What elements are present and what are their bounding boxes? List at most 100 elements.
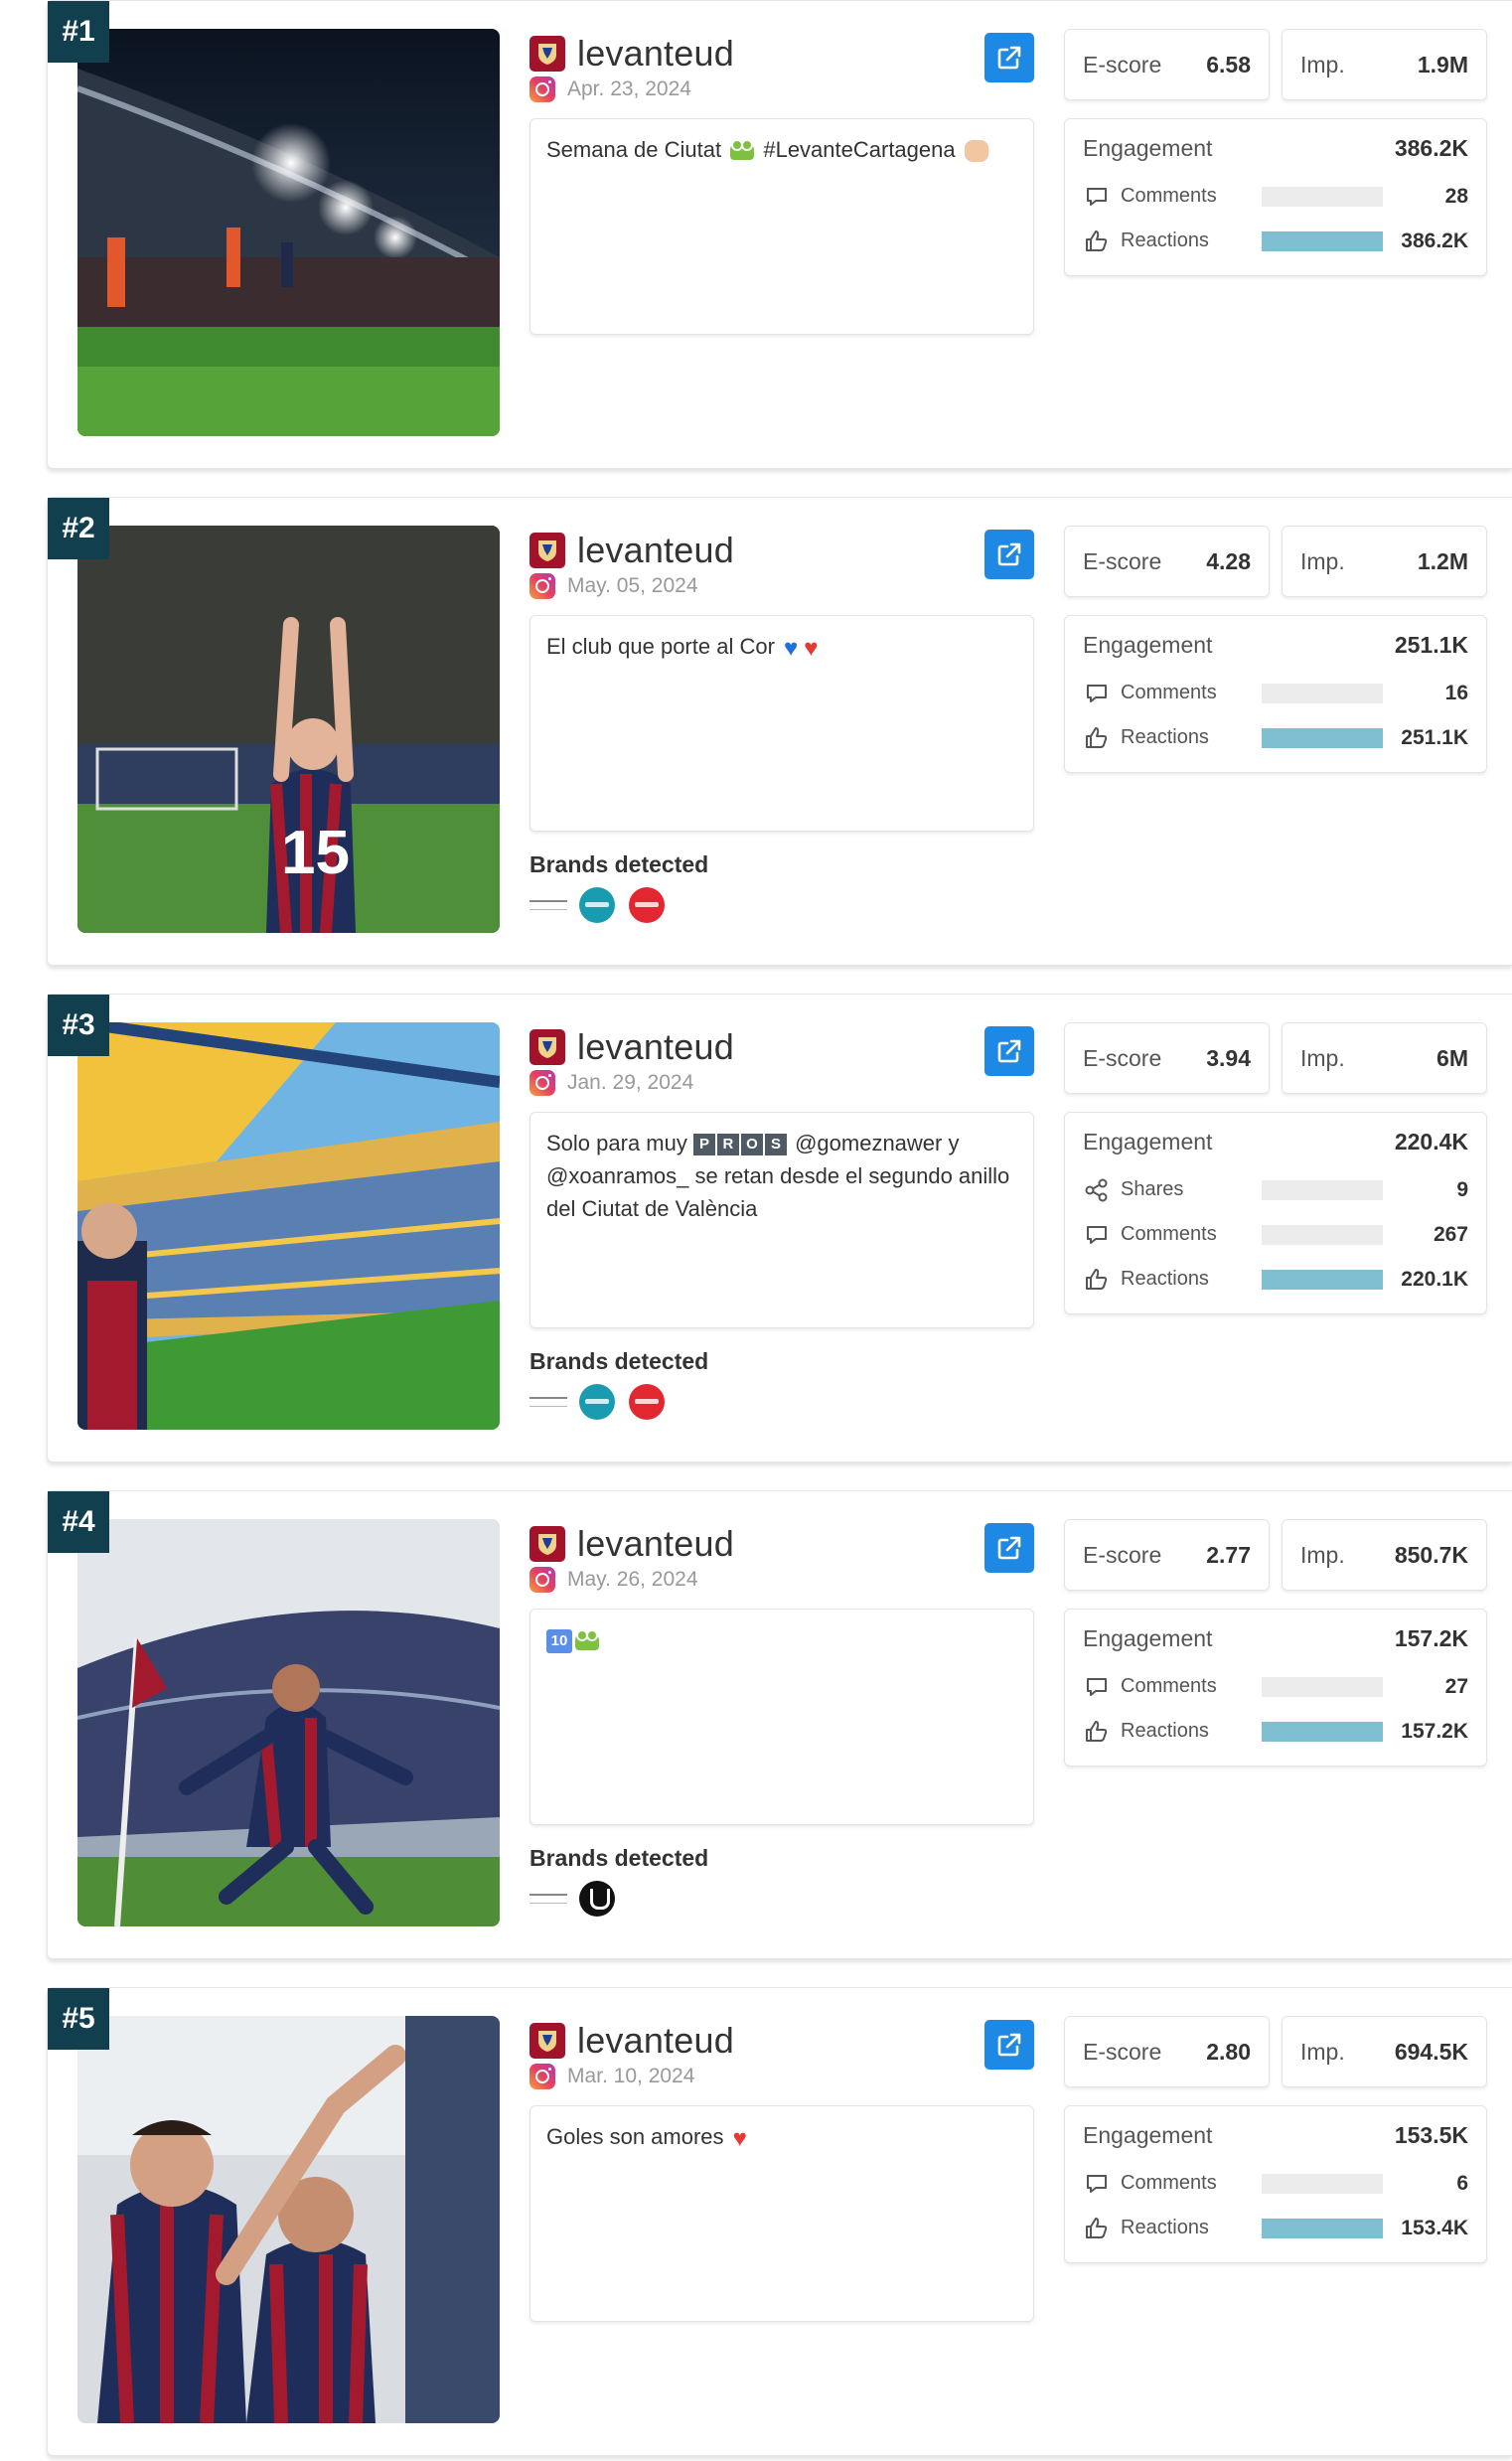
brands-detected-list [529,1881,629,1917]
red-heart-emoji-icon: ♥ [804,634,819,662]
author-handle[interactable]: levanteud [577,530,734,571]
post-image[interactable] [77,29,500,436]
metric-row-reactions: Reactions 251.1K [1083,715,1468,760]
thumbs-up-icon [1083,228,1111,255]
open-post-button[interactable] [984,33,1034,82]
metric-bar [1262,1224,1383,1245]
open-post-button[interactable] [984,1026,1034,1076]
author-handle[interactable]: levanteud [577,33,734,75]
metric-bar [1262,2218,1383,2238]
external-link-icon [997,1039,1021,1063]
open-post-button[interactable] [984,530,1034,579]
brand-logo-icon[interactable] [529,900,567,910]
metric-value: 6 [1456,2171,1468,2195]
metric-label: Comments [1121,185,1217,207]
post-image[interactable] [77,1519,500,1926]
metric-bar [1262,2173,1383,2194]
instagram-icon [529,77,555,102]
escore-label: E-score [1083,1541,1162,1568]
metric-bar [1262,231,1383,251]
metric-value: 27 [1444,1674,1468,1698]
engagement-value: 220.4K [1394,1129,1468,1154]
engagement-panel: Engagement 386.2K Comments 28 Reactions 386… [1064,118,1487,276]
engagement-value: 251.1K [1394,632,1468,658]
brand-logo-icon[interactable] [529,1894,567,1904]
metric-bar [1262,1269,1383,1290]
escore-value: 2.80 [1206,2038,1251,2065]
post-caption: Goles son amores ♥ [529,2105,1034,2322]
engagement-label: Engagement [1083,1129,1213,1154]
brands-detected-title: Brands detected [529,851,709,877]
post-card-4: #4 levanteud May. 26, 2024 10 Brands det… [47,1490,1512,1959]
post-card-1: #1 levanteud Apr. 23, 2024 Semana de Ciu… [47,0,1512,469]
impressions-value: 6M [1436,1044,1468,1071]
brand-logo-icon[interactable] [629,1384,665,1420]
metric-label: Shares [1121,1178,1184,1200]
author-handle[interactable]: levanteud [577,1026,734,1068]
caption-text: El club que porte al Cor [546,634,782,659]
metric-row-reactions: Reactions 386.2K [1083,219,1468,263]
escore-label: E-score [1083,51,1162,77]
metric-value: 251.1K [1401,725,1468,749]
metric-label: Comments [1121,682,1217,703]
frog-emoji-icon [730,139,755,161]
post-author: levanteud [529,33,734,75]
metric-row-reactions: Reactions 157.2K [1083,1709,1468,1754]
post-meta: May. 05, 2024 [529,573,698,599]
open-post-button[interactable] [984,2020,1034,2070]
engagement-value: 157.2K [1394,1625,1468,1651]
metric-bar-fill [1262,2218,1383,2238]
thumbs-up-icon [1083,724,1111,752]
metric-label: Comments [1121,1675,1217,1697]
brand-logo-icon[interactable] [579,1881,615,1917]
letter-box-icon: O [740,1134,763,1156]
impressions-box: Imp. 694.5K [1282,2016,1487,2087]
engagement-panel: Engagement 153.5K Comments 6 Reactions 153.… [1064,2105,1487,2263]
author-handle[interactable]: levanteud [577,1523,734,1565]
brand-logo-icon[interactable] [579,887,615,923]
impressions-label: Imp. [1300,1044,1345,1071]
post-caption: 10 [529,1609,1034,1825]
metric-value: 267 [1433,1222,1468,1246]
impressions-box: Imp. 1.9M [1282,29,1487,100]
club-logo-icon [529,1029,565,1065]
metric-bar [1262,1179,1383,1200]
brand-logo-icon[interactable] [529,1397,567,1407]
brand-logo-icon[interactable] [579,1384,615,1420]
engagement-panel: Engagement 251.1K Comments 16 Reactions 251… [1064,615,1487,773]
share-icon [1083,1176,1111,1204]
engagement-label: Engagement [1083,632,1213,658]
engagement-panel: Engagement 220.4K Shares 9 Comments 267 Reac… [1064,1112,1487,1314]
metric-row-comments: Comments 6 [1083,2161,1468,2206]
post-meta: Jan. 29, 2024 [529,1070,693,1096]
author-handle[interactable]: levanteud [577,2020,734,2062]
impressions-box: Imp. 6M [1282,1022,1487,1094]
metric-bar [1262,1676,1383,1697]
engagement-label: Engagement [1083,1625,1213,1651]
post-image[interactable] [77,1022,500,1430]
post-image[interactable] [77,2016,500,2423]
post-meta: Apr. 23, 2024 [529,77,691,102]
post-image[interactable]: 15 [77,526,500,933]
instagram-icon [529,2064,555,2089]
letter-box-icon: R [716,1134,739,1156]
brand-logo-icon[interactable] [629,887,665,923]
club-logo-icon [529,1526,565,1562]
metric-bar-fill [1262,1269,1383,1290]
escore-value: 2.77 [1206,1541,1251,1568]
brands-detected-title: Brands detected [529,1845,709,1871]
escore-label: E-score [1083,1044,1162,1071]
post-date: Mar. 10, 2024 [567,2065,695,2087]
metric-bar [1262,1721,1383,1742]
post-meta: May. 26, 2024 [529,1567,698,1593]
external-link-icon [997,1536,1021,1560]
post-meta: Mar. 10, 2024 [529,2064,694,2089]
metric-value: 220.1K [1401,1267,1468,1291]
metric-row-comments: Comments 28 [1083,174,1468,219]
engagement-panel: Engagement 157.2K Comments 27 Reactions 157… [1064,1609,1487,1767]
metric-label: Reactions [1121,1268,1209,1290]
club-logo-icon [529,36,565,72]
post-author: levanteud [529,1523,734,1565]
post-author: levanteud [529,2020,734,2062]
open-post-button[interactable] [984,1523,1034,1573]
